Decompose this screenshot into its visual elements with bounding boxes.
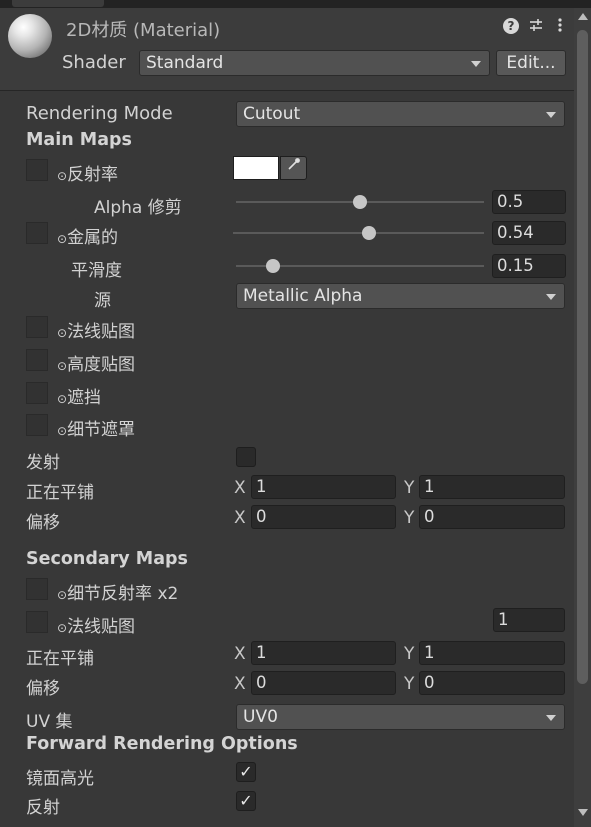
tiling-y-field[interactable]: 1: [419, 475, 565, 499]
alpha-cutoff-label: Alpha 修剪: [94, 198, 182, 218]
secondary-offset-label: 偏移: [26, 679, 60, 699]
offset-label: 偏移: [26, 513, 60, 533]
texture-picker-icon[interactable]: ⊙: [57, 621, 67, 635]
secondary-tiling-y-label: Y: [404, 644, 415, 664]
edit-shader-button[interactable]: Edit...: [496, 50, 566, 76]
detail-albedo-texture-slot[interactable]: [26, 578, 48, 600]
shader-dropdown[interactable]: Standard: [139, 50, 490, 76]
material-preview-sphere: [8, 14, 52, 58]
preset-sliders-icon[interactable]: [527, 17, 545, 35]
material-title: 2D材质 (Material): [66, 20, 221, 41]
texture-picker-icon[interactable]: ⊙: [57, 169, 67, 183]
uv-set-label: UV 集: [26, 712, 73, 732]
secondary-maps-heading: Secondary Maps: [26, 549, 188, 569]
texture-picker-icon[interactable]: ⊙: [57, 359, 67, 373]
texture-picker-icon[interactable]: ⊙: [57, 588, 67, 602]
offset-x-label: X: [234, 508, 246, 528]
detail-mask-row: ⊙细节遮罩: [57, 415, 135, 440]
occlusion-row: ⊙遮挡: [57, 383, 101, 408]
alpha-cutoff-slider-knob[interactable]: [353, 195, 367, 209]
albedo-label: 反射率: [67, 165, 119, 185]
secondary-normal-map-label: 法线贴图: [67, 617, 136, 637]
metallic-label: 金属的: [67, 228, 119, 248]
main-maps-heading: Main Maps: [26, 130, 132, 150]
shader-dropdown-value: Standard: [146, 53, 224, 73]
secondary-offset-y-label: Y: [404, 674, 415, 694]
occlusion-texture-slot[interactable]: [26, 382, 48, 404]
offset-x-field[interactable]: 0: [251, 505, 396, 529]
source-label: 源: [94, 291, 111, 311]
tiling-label: 正在平铺: [26, 483, 94, 503]
offset-y-field[interactable]: 0: [419, 505, 565, 529]
tiling-x-label: X: [234, 478, 246, 498]
emission-label: 发射: [26, 453, 60, 473]
secondary-tiling-y-field[interactable]: 1: [419, 641, 565, 665]
shader-label: Shader: [62, 52, 126, 73]
scrollbar-thumb[interactable]: [577, 30, 588, 684]
chevron-down-icon: [546, 294, 556, 300]
chevron-down-icon: [546, 112, 556, 118]
height-map-row: ⊙高度贴图: [57, 350, 135, 375]
source-dropdown[interactable]: Metallic Alpha: [236, 283, 565, 309]
uv-set-dropdown[interactable]: UV0: [236, 704, 565, 730]
specular-highlights-checkbox[interactable]: ✓: [236, 762, 256, 782]
occlusion-label: 遮挡: [67, 388, 102, 408]
metallic-field[interactable]: 0.54: [492, 221, 566, 245]
smoothness-label: 平滑度: [71, 261, 122, 281]
source-dropdown-value: Metallic Alpha: [243, 286, 363, 306]
offset-y-label: Y: [404, 508, 415, 528]
texture-picker-icon[interactable]: ⊙: [57, 424, 67, 438]
detail-mask-label: 细节遮罩: [67, 420, 136, 440]
secondary-normal-map-row: ⊙法线贴图: [57, 612, 135, 637]
secondary-offset-x-label: X: [234, 674, 246, 694]
chevron-down-icon: [546, 715, 556, 721]
smoothness-field[interactable]: 0.15: [492, 254, 566, 278]
detail-mask-texture-slot[interactable]: [26, 414, 48, 436]
chevron-down-icon: [471, 61, 481, 67]
secondary-normal-scale-field[interactable]: 1: [493, 608, 565, 632]
metallic-slider-track[interactable]: [233, 232, 484, 234]
metallic-slider-knob[interactable]: [361, 226, 376, 240]
tiling-y-label: Y: [404, 478, 415, 498]
texture-picker-icon[interactable]: ⊙: [57, 232, 67, 246]
normal-map-label: 法线贴图: [67, 322, 136, 342]
help-icon[interactable]: ?: [503, 18, 519, 34]
secondary-tiling-label: 正在平铺: [26, 649, 94, 669]
emission-checkbox[interactable]: [236, 447, 256, 467]
texture-picker-icon[interactable]: ⊙: [57, 326, 67, 340]
specular-highlights-label: 镜面高光: [26, 769, 94, 789]
albedo-texture-slot[interactable]: [26, 159, 48, 181]
scroll-down-arrow-icon[interactable]: [578, 809, 588, 816]
normal-map-row: ⊙法线贴图: [57, 317, 135, 342]
eyedropper-icon[interactable]: [280, 156, 307, 180]
reflections-checkbox[interactable]: ✓: [236, 791, 256, 811]
texture-picker-icon[interactable]: ⊙: [57, 392, 67, 406]
height-map-texture-slot[interactable]: [26, 349, 48, 371]
scroll-up-arrow-icon[interactable]: [578, 13, 588, 20]
reflections-label: 反射: [26, 798, 60, 818]
rendering-mode-value: Cutout: [243, 104, 301, 124]
kebab-menu-icon[interactable]: [551, 17, 569, 35]
secondary-tiling-x-label: X: [234, 644, 246, 664]
metallic-row: ⊙金属的: [57, 223, 118, 248]
height-map-label: 高度贴图: [67, 355, 136, 375]
secondary-tiling-x-field[interactable]: 1: [251, 641, 396, 665]
smoothness-slider-knob[interactable]: [266, 259, 281, 273]
detail-albedo-label: 细节反射率 x2: [67, 584, 179, 604]
normal-map-texture-slot[interactable]: [26, 316, 48, 338]
alpha-cutoff-field[interactable]: 0.5: [492, 190, 566, 214]
forward-rendering-heading: Forward Rendering Options: [26, 734, 298, 754]
secondary-normal-map-texture-slot[interactable]: [26, 611, 48, 633]
rendering-mode-label: Rendering Mode: [26, 103, 173, 124]
rendering-mode-dropdown[interactable]: Cutout: [236, 101, 565, 127]
inspector-tab[interactable]: [12, 0, 104, 7]
tiling-x-field[interactable]: 1: [251, 475, 396, 499]
secondary-offset-y-field[interactable]: 0: [419, 671, 565, 695]
albedo-row: ⊙反射率: [57, 160, 118, 185]
detail-albedo-row: ⊙细节反射率 x2: [57, 579, 178, 604]
uv-set-dropdown-value: UV0: [243, 707, 278, 727]
metallic-texture-slot[interactable]: [26, 222, 48, 244]
albedo-color-swatch[interactable]: [233, 156, 279, 180]
secondary-offset-x-field[interactable]: 0: [251, 671, 396, 695]
